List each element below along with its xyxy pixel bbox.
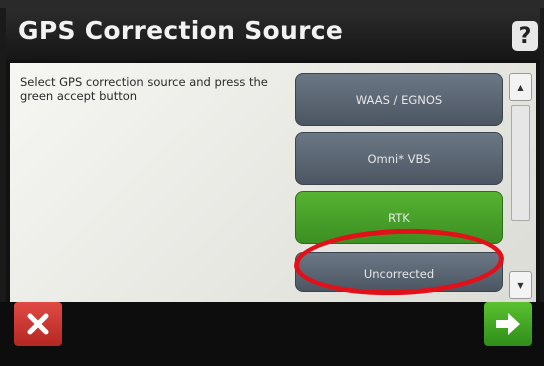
scrollbar[interactable]: ▲ ▼ [509,73,532,301]
chevron-up-icon: ▲ [517,82,524,92]
scroll-down-button[interactable]: ▼ [509,271,532,299]
content-panel: Select GPS correction source and press t… [10,63,536,302]
cancel-button[interactable] [14,302,62,346]
help-icon: ? [518,23,532,49]
device-bezel [0,0,544,8]
title-bar: GPS Correction Source ? [6,8,540,60]
scroll-up-button[interactable]: ▲ [509,73,532,101]
close-icon [27,313,49,335]
page-title: GPS Correction Source [18,16,344,45]
arrow-right-icon [496,313,520,335]
chevron-down-icon: ▼ [517,280,524,290]
bottom-bar [0,302,544,366]
screen: GPS Correction Source ? Select GPS corre… [6,8,540,302]
scroll-thumb[interactable] [511,105,530,221]
accept-button[interactable] [484,302,532,346]
help-button[interactable]: ? [512,21,538,51]
option-waas-egnos[interactable]: WAAS / EGNOS [295,73,503,126]
instructions-text: Select GPS correction source and press t… [20,75,268,103]
option-omni-vbs[interactable]: Omni* VBS [295,132,503,185]
